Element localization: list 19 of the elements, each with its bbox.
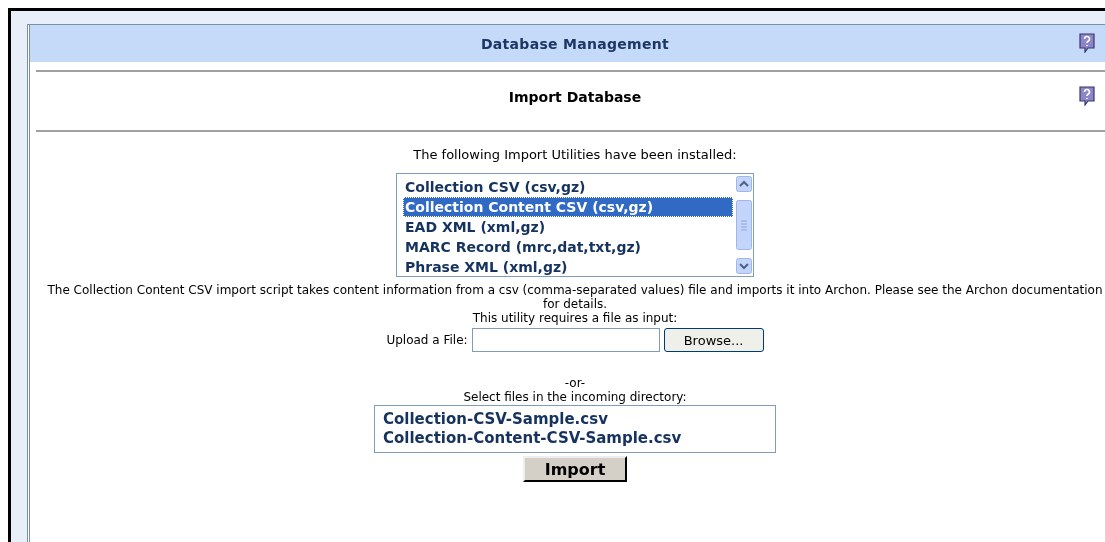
utilities-listbox[interactable]: Collection CSV (csv,gz) Collection Content CSV (csv,gz) EAD XML (xml,gz) MARC Record (mrc,dat,txt,gz) Phrase XML (xml,gz)	[396, 173, 754, 277]
incoming-label: Select files in the incoming directory:	[463, 390, 687, 404]
files-listbox[interactable]: Collection-CSV-Sample.csv Collection-Content-CSV-Sample.csv	[374, 405, 776, 453]
intro-text: The following Import Utilities have been installed:	[413, 148, 737, 162]
utility-option[interactable]: Collection CSV (csv,gz)	[403, 177, 733, 197]
file-option[interactable]: Collection-CSV-Sample.csv	[381, 410, 769, 429]
description-text: The Collection Content CSV import script takes content information from a csv (comma-separated values) file and imports it into Archon. Please see the Archon documentation for details.	[46, 283, 1104, 311]
utility-option[interactable]: Collection Content CSV (csv,gz)	[403, 197, 733, 217]
requirement-text: This utility requires a file as input:	[472, 311, 678, 325]
utility-option[interactable]: EAD XML (xml,gz)	[403, 217, 733, 237]
header-title: Database Management	[480, 35, 670, 52]
utility-option[interactable]: MARC Record (mrc,dat,txt,gz)	[403, 237, 733, 257]
file-option[interactable]: Collection-Content-CSV-Sample.csv	[381, 429, 769, 448]
section-title: Import Database	[508, 89, 642, 105]
upload-label: Upload a File:	[386, 333, 468, 347]
separator-text: -or-	[564, 376, 586, 390]
browse-button[interactable]: Browse...	[663, 328, 764, 352]
utility-option[interactable]: Phrase XML (xml,gz)	[403, 257, 733, 277]
import-button[interactable]: Import	[523, 456, 627, 482]
